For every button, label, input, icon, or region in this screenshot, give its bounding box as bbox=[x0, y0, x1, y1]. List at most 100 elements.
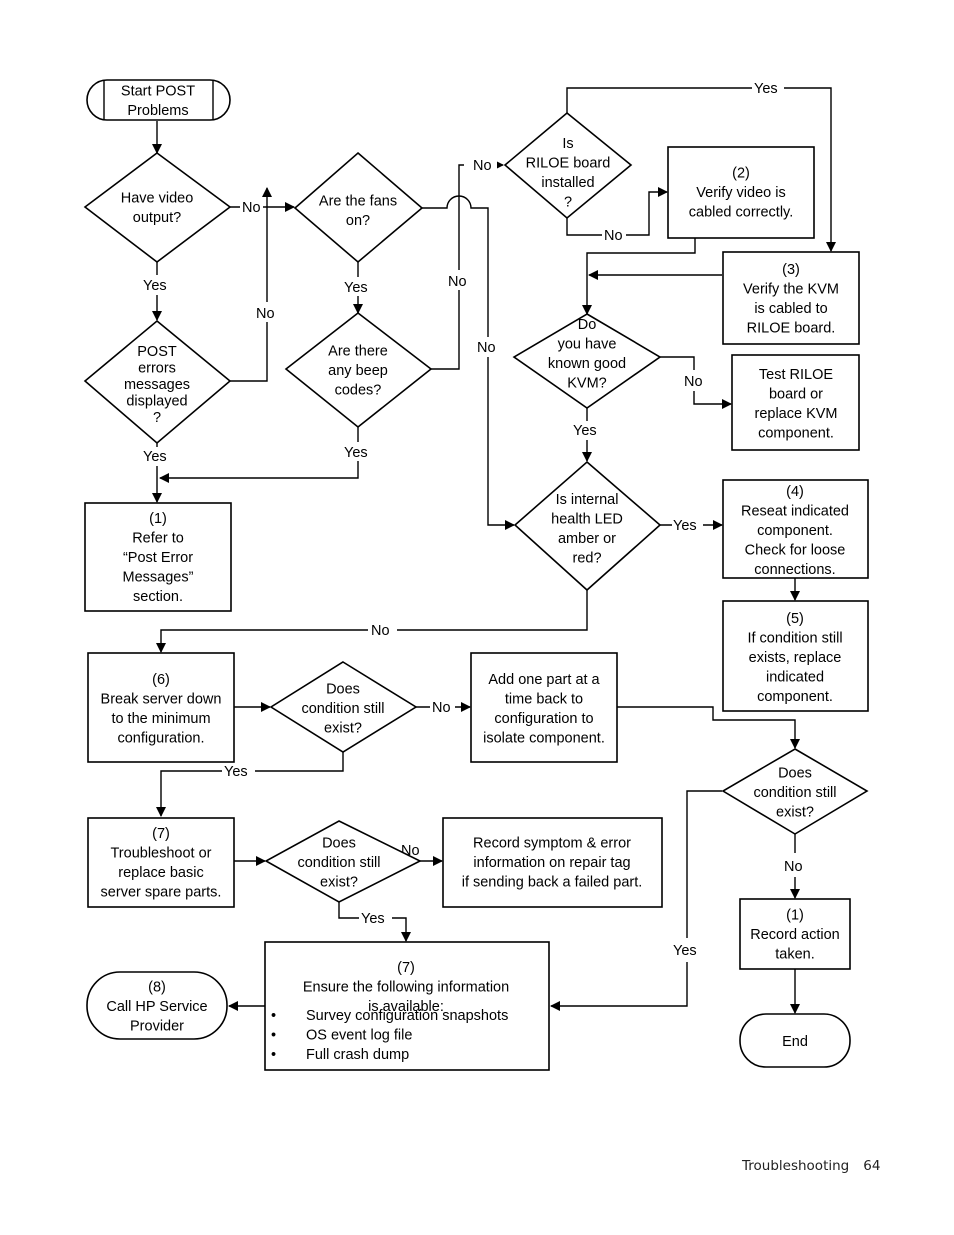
node-q-cond2: Does condition still exist? bbox=[721, 748, 869, 835]
node-step7-troubleshoot: (7) Troubleshoot or replace basic server sp… bbox=[87, 817, 235, 908]
node-q-led: Is internal health LED amber or red? bbox=[513, 460, 662, 592]
label-riloe-no-bottom: No bbox=[604, 228, 623, 244]
node-text-line: configuration to bbox=[494, 711, 593, 727]
node-text-line: to the minimum bbox=[111, 711, 210, 727]
node-text-line: indicated bbox=[766, 670, 824, 686]
node-text-line: is cabled to bbox=[754, 301, 827, 317]
node-text-line: time back to bbox=[505, 691, 583, 707]
bullet-item: Full crash dump bbox=[306, 1047, 409, 1063]
node-q-video: Have video output? bbox=[83, 152, 232, 264]
node-text-line: messages bbox=[124, 377, 190, 393]
node-text-line: information on repair tag bbox=[473, 855, 630, 871]
label-post-yes: Yes bbox=[143, 449, 167, 465]
node-text-line: Are there bbox=[328, 344, 388, 360]
node-q-cond1: Does condition still exist? bbox=[269, 661, 418, 753]
footer-page-number: 64 bbox=[863, 1158, 881, 1174]
node-step6: (6) Break server down to the minimum config… bbox=[87, 652, 235, 763]
node-text-line: condition still bbox=[297, 855, 380, 871]
node-text-line: component. bbox=[757, 689, 833, 705]
node-add-part: Add one part at a time back to configurati… bbox=[470, 652, 618, 763]
node-text-line: exist? bbox=[776, 805, 814, 821]
node-text-line: (1) bbox=[149, 511, 167, 527]
node-text-line: component. bbox=[758, 425, 834, 441]
node-text-line: Provider bbox=[130, 1019, 184, 1035]
node-step8: (8) Call HP Service Provider bbox=[86, 971, 228, 1040]
node-q-riloe: Is RILOE board installed? bbox=[503, 111, 633, 220]
node-text-line: Refer to bbox=[132, 531, 184, 547]
node-end-text: End bbox=[782, 1034, 808, 1050]
node-text-line: ? bbox=[564, 194, 572, 210]
node-step5: (5) If condition still exists, replace indi… bbox=[722, 600, 869, 712]
label-led-no: No bbox=[371, 623, 390, 639]
label-riloe-yes: Yes bbox=[754, 81, 778, 97]
edge-beep-yes-merge bbox=[160, 427, 359, 478]
node-q-fans: Are the fans on? bbox=[293, 151, 424, 264]
node-text-line: cabled correctly. bbox=[689, 205, 794, 221]
node-text-line: (7) bbox=[152, 826, 170, 842]
node-text-line: Is internal bbox=[556, 492, 619, 508]
node-text-line: Are the fans bbox=[319, 193, 397, 209]
node-text-line: exists, replace bbox=[749, 650, 842, 666]
node-text-line: installed bbox=[541, 175, 594, 191]
node-step1-record: (1) Record action taken. bbox=[739, 898, 851, 970]
node-text-line: Check for loose bbox=[745, 543, 846, 559]
node-text-line: red? bbox=[572, 550, 601, 566]
nodes: Start POST Problems Have video output? Are… bbox=[83, 79, 869, 1071]
node-text-line: condition still bbox=[301, 701, 384, 717]
node-text-line: Do bbox=[578, 317, 597, 333]
label-cond2-no: No bbox=[784, 859, 803, 875]
node-text-line: output? bbox=[133, 210, 181, 226]
label-cond3-yes: Yes bbox=[361, 911, 385, 927]
edge-post-no-up bbox=[230, 188, 267, 382]
node-text-line: Ensure the following information bbox=[303, 980, 509, 996]
node-text-line: on? bbox=[346, 213, 370, 229]
node-text-line: End bbox=[782, 1034, 808, 1050]
node-text-line: Add one part at a bbox=[488, 672, 600, 688]
node-text-line: connections. bbox=[754, 562, 835, 578]
node-text-line: (7) bbox=[397, 960, 415, 976]
node-text-line: server spare parts. bbox=[101, 884, 222, 900]
node-text-line: exist? bbox=[324, 721, 362, 737]
node-text-line: Verify video is bbox=[696, 185, 785, 201]
edge-step2-to-kvm bbox=[582, 238, 696, 315]
node-text-line: Verify the KVM bbox=[743, 281, 839, 297]
node-text-line: (4) bbox=[786, 484, 804, 500]
node-q-cond3: Does condition still exist? bbox=[264, 820, 422, 903]
node-text-line: displayed bbox=[126, 394, 187, 410]
node-text-line: component. bbox=[757, 523, 833, 539]
node-text-line: Start POST bbox=[121, 83, 195, 99]
node-text-line: RILOE board bbox=[526, 155, 611, 171]
label-fans-yes: Yes bbox=[344, 280, 368, 296]
node-text-line: Is bbox=[562, 136, 573, 152]
node-text-line: Test RILOE bbox=[759, 367, 833, 383]
node-text-line: (6) bbox=[152, 672, 170, 688]
node-test-riloe: Test RILOE board or replace KVM component. bbox=[731, 354, 860, 451]
bullet-item: Survey configuration snapshots bbox=[306, 1008, 508, 1024]
label-beep-yes: Yes bbox=[344, 445, 368, 461]
node-text-line: (3) bbox=[782, 262, 800, 278]
node-text-line: KVM? bbox=[567, 375, 607, 391]
node-text-line: known good bbox=[548, 356, 626, 372]
label-kvm-yes: Yes bbox=[573, 423, 597, 439]
node-step7-ensure: (7) Ensure the following information is av… bbox=[264, 941, 550, 1071]
node-q-post-errors: POST errors messages displayed? bbox=[83, 319, 232, 445]
node-text-line: replace basic bbox=[118, 865, 203, 881]
bullet-icon: • bbox=[271, 1047, 276, 1063]
node-text-line: RILOE board. bbox=[747, 320, 836, 336]
node-text-line: Record symptom & error bbox=[473, 836, 631, 852]
node-text-line: if sending back a failed part. bbox=[462, 875, 643, 891]
node-text-line: (1) bbox=[786, 908, 804, 924]
node-end: End bbox=[739, 1013, 851, 1068]
node-text-line: If condition still bbox=[747, 631, 842, 647]
node-step2: (2) Verify video is cabled correctly. bbox=[667, 146, 815, 239]
node-q-beep: Are there any beep codes? bbox=[284, 311, 433, 429]
node-text-line: Does bbox=[326, 682, 360, 698]
node-text-line: Messages” bbox=[123, 570, 194, 586]
node-text-line: Break server down bbox=[101, 691, 222, 707]
label-cond2-yes: Yes bbox=[673, 943, 697, 959]
edge-fans-no-to-led bbox=[422, 195, 514, 525]
node-text-line: errors bbox=[138, 361, 176, 377]
node-text-line: board or bbox=[769, 386, 823, 402]
node-text-line: Problems bbox=[127, 103, 188, 119]
label-cond1-no: No bbox=[432, 700, 451, 716]
